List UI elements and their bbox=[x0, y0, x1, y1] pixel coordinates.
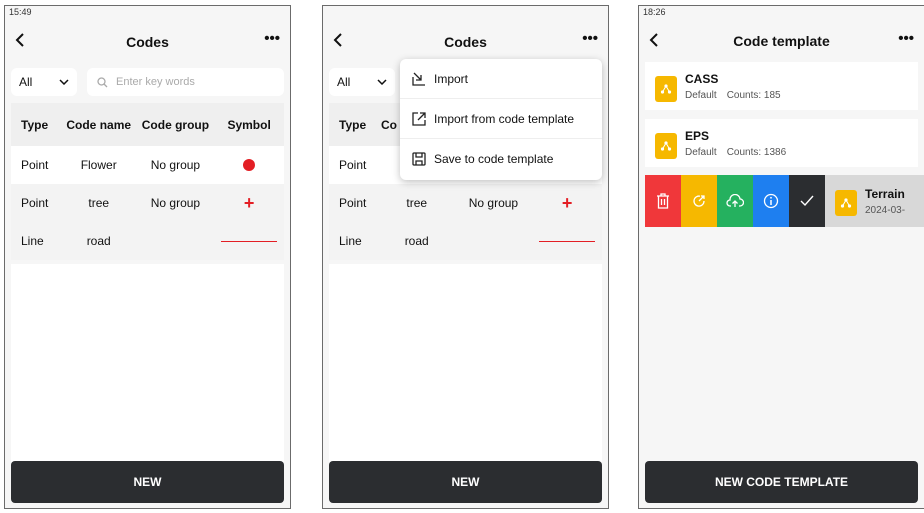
menu-item-label: Save to code template bbox=[434, 152, 554, 166]
type-filter-select[interactable]: All bbox=[11, 68, 77, 96]
menu-item-save-to-template[interactable]: Save to code template bbox=[400, 139, 602, 179]
empty-area bbox=[11, 264, 284, 464]
table-header: Type Code name Code group Symbol bbox=[11, 103, 284, 146]
cell-name: Flower bbox=[80, 158, 117, 172]
cell-name: tree bbox=[406, 196, 428, 210]
type-filter-select[interactable]: All bbox=[329, 68, 395, 96]
empty-area bbox=[329, 264, 602, 464]
more-dropdown-menu: Import Import from code template Save to… bbox=[400, 59, 602, 180]
cell-type: Point bbox=[21, 158, 49, 172]
back-chevron-icon[interactable] bbox=[15, 32, 25, 50]
template-icon bbox=[835, 190, 857, 216]
col-type: Type bbox=[339, 117, 367, 132]
table-row[interactable]: Point tree No group + bbox=[11, 184, 284, 222]
cell-name: tree bbox=[88, 196, 110, 210]
upload-action[interactable] bbox=[717, 175, 753, 227]
status-time: 15:49 bbox=[9, 7, 32, 17]
template-name: CASS bbox=[685, 71, 719, 86]
template-tag: Default bbox=[685, 146, 717, 158]
cell-type: Point bbox=[339, 196, 367, 210]
info-icon bbox=[763, 193, 779, 209]
col-type: Type bbox=[21, 117, 49, 132]
new-button[interactable]: NEW bbox=[11, 461, 284, 503]
symbol-plus-icon: + bbox=[561, 193, 573, 213]
info-action[interactable] bbox=[753, 175, 789, 227]
search-icon bbox=[97, 76, 108, 87]
trash-icon bbox=[657, 193, 669, 209]
type-filter-value: All bbox=[19, 75, 33, 89]
menu-item-import[interactable]: Import bbox=[400, 59, 602, 99]
apply-action[interactable] bbox=[789, 175, 825, 227]
table-row[interactable]: Line road bbox=[11, 222, 284, 260]
top-bar: Codes ••• bbox=[323, 20, 608, 64]
more-icon[interactable]: ••• bbox=[264, 31, 280, 46]
col-symbol: Symbol bbox=[227, 117, 271, 132]
new-button[interactable]: NEW bbox=[329, 461, 602, 503]
col-code-name: Code name bbox=[66, 117, 132, 132]
more-icon[interactable]: ••• bbox=[898, 31, 914, 46]
symbol-line-icon bbox=[532, 240, 602, 242]
codes-screen: 15:49 Codes ••• All Enter key words Type… bbox=[4, 5, 291, 509]
table-row[interactable]: Line road bbox=[329, 222, 602, 260]
template-name: EPS bbox=[685, 128, 710, 143]
template-icon bbox=[655, 76, 677, 102]
status-bar bbox=[323, 6, 608, 20]
top-bar: Codes ••• bbox=[5, 20, 290, 64]
col-code-group: Code group bbox=[141, 117, 210, 132]
symbol-dot-icon bbox=[214, 159, 284, 171]
cell-type: Point bbox=[21, 196, 49, 210]
new-code-template-button[interactable]: NEW CODE TEMPLATE bbox=[645, 461, 918, 503]
status-time: 18:26 bbox=[643, 7, 666, 17]
filter-bar: All Enter key words bbox=[11, 67, 284, 97]
table-row[interactable]: Point Flower No group bbox=[11, 146, 284, 184]
chevron-down-icon bbox=[59, 79, 69, 85]
cell-type: Line bbox=[339, 234, 362, 248]
template-card-cass[interactable]: CASS Default Counts: 185 bbox=[645, 62, 918, 110]
cell-group: No group bbox=[468, 196, 519, 210]
search-placeholder: Enter key words bbox=[116, 76, 195, 88]
template-date: 2024-03- bbox=[865, 204, 906, 216]
template-name: Terrain bbox=[865, 186, 905, 201]
back-chevron-icon[interactable] bbox=[333, 32, 343, 50]
cell-name: road bbox=[404, 234, 429, 248]
import-icon bbox=[412, 72, 425, 86]
codes-menu-screen: Codes ••• All Type Co Point Point tree N… bbox=[322, 5, 609, 509]
back-chevron-icon[interactable] bbox=[649, 32, 659, 50]
cell-group: No group bbox=[150, 158, 201, 172]
chevron-down-icon bbox=[377, 79, 387, 85]
cell-group: No group bbox=[150, 196, 201, 210]
menu-item-label: Import bbox=[434, 71, 469, 86]
template-counts: Counts: 1386 bbox=[726, 146, 787, 158]
share-action[interactable] bbox=[681, 175, 717, 227]
save-icon bbox=[412, 152, 426, 166]
cell-type: Point bbox=[339, 158, 367, 172]
share-icon bbox=[693, 195, 705, 207]
search-input[interactable]: Enter key words bbox=[87, 68, 284, 96]
template-card-terrain[interactable]: Terrain 2024-03- bbox=[825, 175, 924, 227]
code-template-screen: 18:26 Code template ••• CASS Default Coun… bbox=[638, 5, 924, 509]
cloud-upload-icon bbox=[726, 194, 744, 207]
template-card-eps[interactable]: EPS Default Counts: 1386 bbox=[645, 119, 918, 167]
template-icon bbox=[655, 133, 677, 159]
page-title: Codes bbox=[126, 34, 169, 50]
type-filter-value: All bbox=[337, 75, 351, 89]
symbol-plus-icon: + bbox=[243, 193, 255, 213]
codes-table: Type Code name Code group Symbol Point F… bbox=[11, 103, 284, 260]
menu-item-label: Import from code template bbox=[434, 111, 575, 126]
page-title: Codes bbox=[444, 34, 487, 50]
delete-action[interactable] bbox=[645, 175, 681, 227]
cell-name: road bbox=[86, 234, 111, 248]
template-counts: Counts: 185 bbox=[726, 89, 781, 101]
template-tag: Default bbox=[685, 89, 717, 101]
symbol-line-icon bbox=[214, 240, 284, 242]
more-icon[interactable]: ••• bbox=[582, 31, 598, 46]
top-bar: Code template ••• bbox=[639, 20, 924, 62]
cell-type: Line bbox=[21, 234, 44, 248]
check-icon bbox=[800, 195, 814, 207]
menu-item-import-from-template[interactable]: Import from code template bbox=[400, 99, 602, 139]
page-title: Code template bbox=[733, 33, 830, 49]
swipe-actions bbox=[645, 175, 825, 227]
table-row[interactable]: Point tree No group + bbox=[329, 184, 602, 222]
export-icon bbox=[412, 111, 426, 126]
